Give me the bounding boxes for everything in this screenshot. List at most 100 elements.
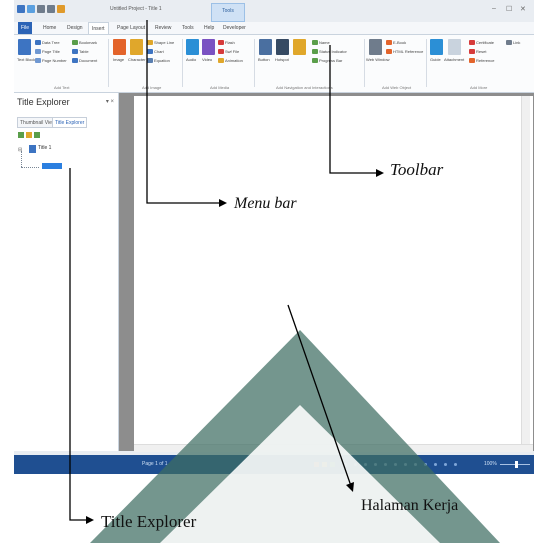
status-dot xyxy=(374,463,377,466)
reset-label[interactable]: Reset xyxy=(476,49,486,54)
button-icon[interactable] xyxy=(259,39,272,55)
swf-file-label[interactable]: Swf File xyxy=(225,49,239,54)
view-normal-icon[interactable] xyxy=(314,462,319,467)
status-dot xyxy=(394,463,397,466)
audio-icon[interactable] xyxy=(186,39,199,55)
video-icon[interactable] xyxy=(202,39,215,55)
chart-icon[interactable] xyxy=(147,49,153,54)
tab-title-explorer[interactable]: Title Explorer xyxy=(52,117,88,128)
navigation-icon[interactable] xyxy=(293,39,306,55)
link-label[interactable]: Link xyxy=(513,40,520,45)
status-dot xyxy=(404,463,407,466)
progress-bar-icon[interactable] xyxy=(312,58,318,63)
certificate-label[interactable]: Certificate xyxy=(476,40,494,45)
context-tab-tools[interactable]: Tools xyxy=(211,3,245,22)
close-button[interactable]: ✕ xyxy=(520,5,526,13)
tab-tools[interactable]: Tools xyxy=(179,22,197,34)
tab-file[interactable]: File xyxy=(18,22,33,34)
vertical-scrollbar[interactable] xyxy=(521,96,530,444)
refresh-icon[interactable] xyxy=(34,132,40,138)
tree-connector xyxy=(21,151,22,167)
name-label[interactable]: Name xyxy=(319,40,330,45)
tree-child-selected[interactable] xyxy=(42,163,62,169)
zoom-slider-thumb[interactable] xyxy=(515,461,518,468)
data-tree-icon[interactable] xyxy=(35,40,41,45)
status-indicator-icon[interactable] xyxy=(312,49,318,54)
tab-review[interactable]: Review xyxy=(152,22,174,34)
tree-root-label[interactable]: Title 1 xyxy=(38,145,51,151)
open-icon[interactable] xyxy=(27,5,35,13)
save-icon[interactable] xyxy=(17,5,25,13)
horizontal-scrollbar[interactable] xyxy=(134,444,533,452)
bookmark-label[interactable]: Bookmark xyxy=(79,40,97,45)
html-icon[interactable] xyxy=(386,49,392,54)
hotspot-icon[interactable] xyxy=(276,39,289,55)
html-label[interactable]: HTML Reference xyxy=(393,49,423,54)
group-add-media-label: Add Media xyxy=(210,85,230,90)
animation-icon[interactable] xyxy=(218,58,224,63)
group-add-more-label: Add More xyxy=(470,85,488,90)
flash-label[interactable]: Flash xyxy=(225,40,235,45)
flash-icon[interactable] xyxy=(218,40,224,45)
shape-line-icon[interactable] xyxy=(147,40,153,45)
image-icon[interactable] xyxy=(113,39,126,55)
e-book-icon[interactable] xyxy=(386,40,392,45)
page-title-icon[interactable] xyxy=(35,49,41,54)
name-icon[interactable] xyxy=(312,40,318,45)
e-book-label[interactable]: E-Book xyxy=(393,40,406,45)
status-dot xyxy=(414,463,417,466)
equation-label[interactable]: Equation xyxy=(154,58,170,63)
minimize-button[interactable]: – xyxy=(492,5,496,12)
redo-icon[interactable] xyxy=(47,5,55,13)
reset-icon[interactable] xyxy=(469,49,475,54)
guide-icon[interactable] xyxy=(430,39,443,55)
add-page-icon[interactable] xyxy=(18,132,24,138)
link-icon[interactable] xyxy=(506,40,512,45)
page-number-label[interactable]: Page Number xyxy=(42,58,67,63)
page-title-label[interactable]: Page Title xyxy=(42,49,60,54)
title-explorer-panel: Title Explorer ▾ × Thumbnail View Title … xyxy=(14,93,119,451)
animation-label[interactable]: Animation xyxy=(225,58,243,63)
tab-developer[interactable]: Developer xyxy=(220,22,249,34)
hotspot-label: Hotspot xyxy=(275,57,289,62)
data-tree-label[interactable]: Data Tree xyxy=(42,40,60,45)
bookmark-icon[interactable] xyxy=(72,40,78,45)
video-label: Video xyxy=(202,57,213,62)
equation-icon[interactable] xyxy=(147,58,153,63)
shape-line-label[interactable]: Shape Line xyxy=(154,40,174,45)
tab-page-layout[interactable]: Page Layout xyxy=(114,22,148,34)
page-indicator: Page 1 of 1 xyxy=(142,461,168,467)
document-icon[interactable] xyxy=(72,58,78,63)
status-dot xyxy=(434,463,437,466)
tab-home[interactable]: Home xyxy=(40,22,59,34)
progress-bar-label[interactable]: Progress Bar xyxy=(319,58,342,63)
tab-insert[interactable]: Insert xyxy=(88,22,109,34)
attachment-icon[interactable] xyxy=(448,39,461,55)
reference-label[interactable]: Reference xyxy=(476,58,494,63)
character-icon[interactable] xyxy=(130,39,143,55)
chart-label[interactable]: Chart xyxy=(154,49,164,54)
status-dot xyxy=(364,463,367,466)
text-block-icon[interactable] xyxy=(18,39,31,55)
document-label[interactable]: Document xyxy=(79,58,97,63)
publish-icon[interactable] xyxy=(57,5,65,13)
explorer-controls[interactable]: ▾ × xyxy=(106,98,114,105)
tab-design[interactable]: Design xyxy=(64,22,86,34)
maximize-button[interactable]: ☐ xyxy=(506,5,512,13)
table-icon[interactable] xyxy=(72,49,78,54)
certificate-icon[interactable] xyxy=(469,40,475,45)
page-canvas[interactable] xyxy=(134,96,533,444)
tab-help[interactable]: Help xyxy=(201,22,217,34)
swf-file-icon[interactable] xyxy=(218,49,224,54)
undo-icon[interactable] xyxy=(37,5,45,13)
view-publish-icon[interactable] xyxy=(330,462,335,467)
view-preview-icon[interactable] xyxy=(322,462,327,467)
annotation-title-explorer: Title Explorer xyxy=(101,512,197,531)
halaman-kerja-arrowhead xyxy=(346,482,354,492)
table-label[interactable]: Table xyxy=(79,49,89,54)
reference-icon[interactable] xyxy=(469,58,475,63)
web-window-icon[interactable] xyxy=(369,39,382,55)
folder-icon[interactable] xyxy=(26,132,32,138)
page-number-icon[interactable] xyxy=(35,58,41,63)
status-indicator-label[interactable]: Status Indicator xyxy=(319,49,347,54)
